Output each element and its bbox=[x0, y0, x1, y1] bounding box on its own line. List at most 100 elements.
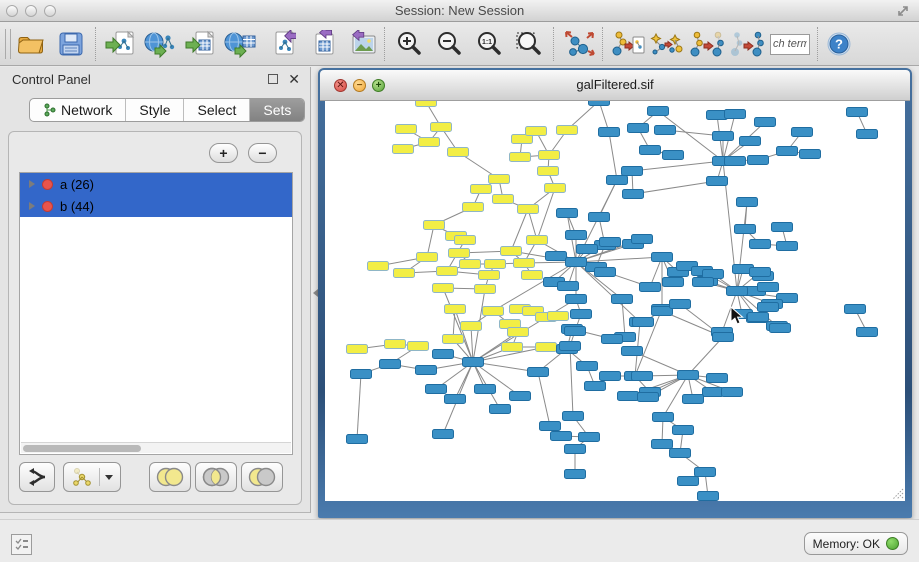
graph-node-blue[interactable] bbox=[770, 324, 791, 333]
graph-node-blue[interactable] bbox=[622, 347, 643, 356]
graph-node-blue[interactable] bbox=[652, 253, 673, 262]
graph-node-yellow[interactable] bbox=[493, 195, 514, 204]
network-graph[interactable] bbox=[325, 101, 905, 501]
graph-node-blue[interactable] bbox=[640, 146, 661, 155]
graph-node-blue[interactable] bbox=[577, 362, 598, 371]
graph-node-yellow[interactable] bbox=[539, 151, 560, 160]
graph-node-blue[interactable] bbox=[735, 225, 756, 234]
graph-node-yellow[interactable] bbox=[501, 247, 522, 256]
graph-node-blue[interactable] bbox=[670, 300, 691, 309]
graph-node-blue[interactable] bbox=[857, 328, 878, 337]
intersect-sets-button[interactable] bbox=[195, 462, 237, 492]
graph-node-blue[interactable] bbox=[540, 422, 561, 431]
create-set-from-network-button[interactable] bbox=[63, 462, 121, 492]
graph-node-blue[interactable] bbox=[600, 372, 621, 381]
help-icon[interactable]: ? bbox=[822, 25, 856, 63]
graph-node-blue[interactable] bbox=[722, 388, 743, 397]
graph-node-blue[interactable] bbox=[640, 283, 661, 292]
graph-node-yellow[interactable] bbox=[522, 271, 543, 280]
hide-selected-icon[interactable] bbox=[687, 25, 727, 63]
graph-node-blue[interactable] bbox=[670, 449, 691, 458]
tab-sets[interactable]: Sets bbox=[250, 99, 304, 121]
tab-select[interactable]: Select bbox=[184, 99, 250, 121]
graph-node-yellow[interactable] bbox=[449, 249, 470, 258]
float-panel-icon[interactable] bbox=[268, 74, 278, 84]
graph-node-yellow[interactable] bbox=[538, 167, 559, 176]
search-input[interactable] bbox=[770, 34, 810, 55]
graph-node-blue[interactable] bbox=[579, 433, 600, 442]
save-session-icon[interactable] bbox=[51, 25, 91, 63]
graph-node-blue[interactable] bbox=[755, 118, 776, 127]
import-table-file-icon[interactable] bbox=[180, 25, 220, 63]
graph-node-yellow[interactable] bbox=[431, 123, 452, 132]
chevron-down-icon[interactable] bbox=[105, 475, 113, 480]
graph-node-yellow[interactable] bbox=[526, 127, 547, 136]
graph-node-yellow[interactable] bbox=[437, 267, 458, 276]
graph-node-yellow[interactable] bbox=[448, 148, 469, 157]
graph-node-blue[interactable] bbox=[727, 287, 748, 296]
graph-node-blue[interactable] bbox=[847, 108, 868, 117]
graph-node-yellow[interactable] bbox=[510, 153, 531, 162]
graph-node-blue[interactable] bbox=[758, 283, 779, 292]
graph-node-blue[interactable] bbox=[607, 176, 628, 185]
graph-node-blue[interactable] bbox=[632, 235, 653, 244]
graph-node-blue[interactable] bbox=[678, 477, 699, 486]
memory-status-button[interactable]: Memory: OK bbox=[804, 532, 908, 555]
graph-node-yellow[interactable] bbox=[417, 253, 438, 262]
graph-node-yellow[interactable] bbox=[485, 260, 506, 269]
graph-node-yellow[interactable] bbox=[416, 101, 437, 107]
graph-node-blue[interactable] bbox=[433, 430, 454, 439]
graph-node-blue[interactable] bbox=[602, 335, 623, 344]
graph-node-blue[interactable] bbox=[589, 213, 610, 222]
graph-node-blue[interactable] bbox=[845, 305, 866, 314]
graph-node-yellow[interactable] bbox=[443, 335, 464, 344]
import-table-web-icon[interactable] bbox=[220, 25, 260, 63]
graph-node-blue[interactable] bbox=[777, 242, 798, 251]
graph-node-blue[interactable] bbox=[678, 371, 699, 380]
graph-node-blue[interactable] bbox=[546, 252, 567, 261]
graph-node-yellow[interactable] bbox=[385, 340, 406, 349]
graph-node-blue[interactable] bbox=[557, 209, 578, 218]
graph-node-yellow[interactable] bbox=[514, 259, 535, 268]
network-canvas[interactable] bbox=[325, 101, 905, 501]
graph-node-blue[interactable] bbox=[655, 126, 676, 135]
graph-node-blue[interactable] bbox=[695, 468, 716, 477]
graph-node-yellow[interactable] bbox=[408, 342, 429, 351]
graph-node-blue[interactable] bbox=[758, 303, 779, 312]
graph-node-blue[interactable] bbox=[560, 342, 581, 351]
zoom-selected-icon[interactable] bbox=[509, 25, 549, 63]
graph-node-yellow[interactable] bbox=[502, 343, 523, 352]
graph-node-blue[interactable] bbox=[566, 295, 587, 304]
graph-node-blue[interactable] bbox=[463, 358, 484, 367]
graph-node-blue[interactable] bbox=[600, 238, 621, 247]
open-file-icon[interactable] bbox=[11, 25, 51, 63]
graph-node-blue[interactable] bbox=[571, 310, 592, 319]
graph-node-blue[interactable] bbox=[577, 245, 598, 254]
list-item-set-a[interactable]: a (26) bbox=[20, 173, 292, 195]
graph-node-blue[interactable] bbox=[565, 327, 586, 336]
export-table-icon[interactable] bbox=[300, 25, 340, 63]
graph-node-blue[interactable] bbox=[622, 167, 643, 176]
graph-node-blue[interactable] bbox=[707, 374, 728, 383]
show-all-icon[interactable] bbox=[727, 25, 767, 63]
graph-node-yellow[interactable] bbox=[424, 221, 445, 230]
graph-node-blue[interactable] bbox=[623, 190, 644, 199]
window-titlebar[interactable]: Session: New Session bbox=[0, 0, 919, 22]
graph-node-yellow[interactable] bbox=[463, 203, 484, 212]
graph-node-yellow[interactable] bbox=[548, 312, 569, 321]
graph-node-blue[interactable] bbox=[618, 392, 639, 401]
graph-node-blue[interactable] bbox=[748, 156, 769, 165]
graph-node-blue[interactable] bbox=[725, 157, 746, 166]
graph-node-yellow[interactable] bbox=[393, 145, 414, 154]
graph-node-blue[interactable] bbox=[347, 435, 368, 444]
graph-node-blue[interactable] bbox=[445, 395, 466, 404]
list-item-set-b[interactable]: b (44) bbox=[20, 195, 292, 217]
graph-node-yellow[interactable] bbox=[536, 343, 557, 352]
expander-icon[interactable] bbox=[29, 202, 35, 210]
graph-node-yellow[interactable] bbox=[471, 185, 492, 194]
graph-node-yellow[interactable] bbox=[518, 205, 539, 214]
graph-node-blue[interactable] bbox=[740, 137, 761, 146]
graph-node-blue[interactable] bbox=[475, 385, 496, 394]
split-set-button[interactable] bbox=[19, 462, 55, 492]
graph-node-yellow[interactable] bbox=[396, 125, 417, 134]
